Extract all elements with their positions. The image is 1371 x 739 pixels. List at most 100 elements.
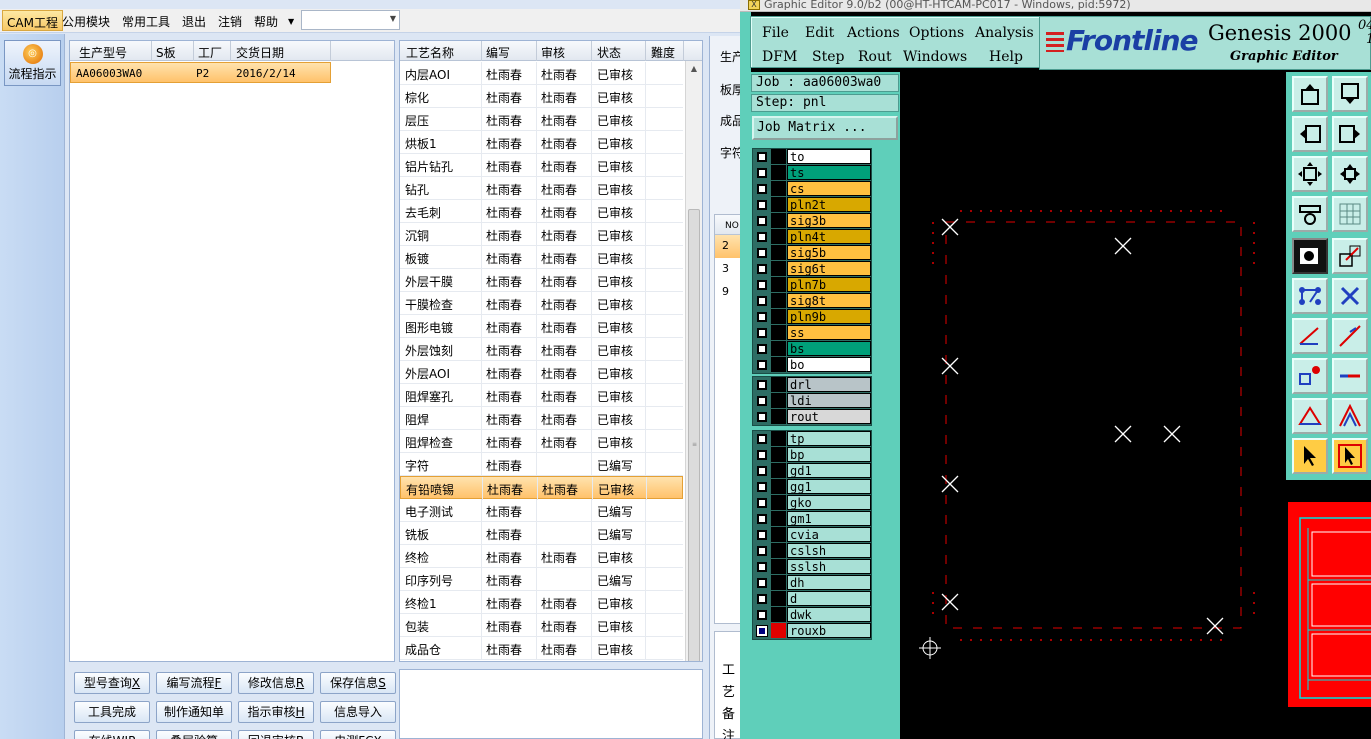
table-row[interactable]: 棕化 杜雨春 杜雨春 已审核: [400, 85, 683, 108]
chevron-down-icon[interactable]: ▼: [390, 14, 396, 23]
layer-row[interactable]: dh: [753, 575, 871, 591]
layer-checkbox[interactable]: [757, 184, 767, 194]
tool-polygon-button[interactable]: [1332, 398, 1368, 434]
col-process-name[interactable]: 工艺名称: [406, 44, 454, 61]
table-row[interactable]: 电子测试 杜雨春 已编写: [400, 499, 683, 522]
table-row[interactable]: 内层AOI 杜雨春 杜雨春 已审核: [400, 62, 683, 85]
layer-checkbox[interactable]: [757, 152, 767, 162]
layer-row[interactable]: drl: [753, 377, 871, 393]
layer-row[interactable]: dwk: [753, 607, 871, 623]
layer-name[interactable]: tp: [787, 431, 871, 446]
table-row[interactable]: 层压 杜雨春 杜雨春 已审核: [400, 108, 683, 131]
table-row[interactable]: 板镀 杜雨春 杜雨春 已审核: [400, 246, 683, 269]
layer-checkbox[interactable]: [757, 546, 767, 556]
layer-name[interactable]: rout: [787, 409, 871, 424]
tool-zoom-home-button[interactable]: [1332, 156, 1368, 192]
layer-checkbox[interactable]: [757, 466, 767, 476]
menu-options[interactable]: Options: [909, 25, 964, 41]
layer-row[interactable]: pln7b: [753, 277, 871, 293]
layer-row[interactable]: rouxb: [753, 623, 871, 639]
tool-outline-button[interactable]: [1332, 238, 1368, 274]
tool-arc-button[interactable]: [1292, 398, 1328, 434]
scroll-thumb[interactable]: ≡: [688, 209, 700, 661]
table-row[interactable]: 外层蚀刻 杜雨春 杜雨春 已审核: [400, 338, 683, 361]
menu-rout[interactable]: Rout: [858, 49, 892, 65]
layer-row[interactable]: pln9b: [753, 309, 871, 325]
layer-name[interactable]: cvia: [787, 527, 871, 542]
help-dropdown-arrow-icon[interactable]: ▼: [288, 17, 294, 26]
menu-cam-project[interactable]: CAM工程: [2, 10, 63, 31]
table-row[interactable]: 印序列号 杜雨春 已编写: [400, 568, 683, 591]
action-button[interactable]: 电测FCX: [320, 730, 396, 739]
process-notes-box[interactable]: [399, 669, 703, 739]
layer-checkbox[interactable]: [757, 216, 767, 226]
layer-name[interactable]: sig8t: [787, 293, 871, 308]
table-row[interactable]: 包装 杜雨春 杜雨春 已审核: [400, 614, 683, 637]
tool-snap-button[interactable]: [1292, 278, 1328, 314]
tool-pan-down-button[interactable]: [1332, 76, 1368, 112]
table-row[interactable]: 成品仓 杜雨春 杜雨春 已审核: [400, 637, 683, 660]
mini-row[interactable]: 3: [715, 258, 740, 281]
layer-row[interactable]: sig6t: [753, 261, 871, 277]
layer-checkbox[interactable]: [757, 232, 767, 242]
menu-windows[interactable]: Windows: [903, 49, 967, 65]
layer-row[interactable]: cs: [753, 181, 871, 197]
layer-name[interactable]: ts: [787, 165, 871, 180]
layer-row[interactable]: d: [753, 591, 871, 607]
layer-name[interactable]: gd1: [787, 463, 871, 478]
table-row[interactable]: 烘板1 杜雨春 杜雨春 已审核: [400, 131, 683, 154]
layer-checkbox[interactable]: [757, 344, 767, 354]
table-row[interactable]: 阻焊检查 杜雨春 杜雨春 已审核: [400, 430, 683, 453]
layer-checkbox[interactable]: [757, 264, 767, 274]
table-row[interactable]: 阻焊塞孔 杜雨春 杜雨春 已审核: [400, 384, 683, 407]
tool-grid-button[interactable]: [1332, 196, 1368, 232]
layer-row[interactable]: bo: [753, 357, 871, 373]
layer-checkbox[interactable]: [757, 610, 767, 620]
table-row[interactable]: 终检 杜雨春 杜雨春 已审核: [400, 545, 683, 568]
layer-checkbox[interactable]: [757, 312, 767, 322]
table-row[interactable]: 铣板 杜雨春 已编写: [400, 522, 683, 545]
col-reviewer[interactable]: 审核: [541, 44, 565, 61]
overview-map[interactable]: [1286, 480, 1371, 739]
layer-name[interactable]: bo: [787, 357, 871, 372]
layer-checkbox[interactable]: [757, 168, 767, 178]
layer-name[interactable]: sslsh: [787, 559, 871, 574]
layer-checkbox[interactable]: [757, 594, 767, 604]
action-button[interactable]: 编写流程F: [156, 672, 232, 694]
action-button[interactable]: 回退审核B: [238, 730, 314, 739]
layer-name[interactable]: d: [787, 591, 871, 606]
layer-name[interactable]: sig3b: [787, 213, 871, 228]
layer-row[interactable]: ldi: [753, 393, 871, 409]
table-row[interactable]: 有铅喷锡 杜雨春 杜雨春 已审核: [400, 476, 683, 500]
col-delivery-date[interactable]: 交货日期: [236, 44, 284, 61]
layer-row[interactable]: bp: [753, 447, 871, 463]
job-matrix-button[interactable]: Job Matrix ...: [752, 116, 898, 140]
table-row[interactable]: 终检1 杜雨春 杜雨春 已审核: [400, 591, 683, 614]
layer-row[interactable]: gg1: [753, 479, 871, 495]
layer-checkbox[interactable]: [757, 328, 767, 338]
layer-row[interactable]: to: [753, 149, 871, 165]
layer-name[interactable]: sig5b: [787, 245, 871, 260]
layer-name[interactable]: rouxb: [787, 623, 871, 638]
table-row[interactable]: 铝片钻孔 杜雨春 杜雨春 已审核: [400, 154, 683, 177]
layer-row[interactable]: sig3b: [753, 213, 871, 229]
layer-name[interactable]: gg1: [787, 479, 871, 494]
layer-checkbox[interactable]: [757, 450, 767, 460]
layer-checkbox[interactable]: [757, 514, 767, 524]
col-author[interactable]: 编写: [486, 44, 510, 61]
mini-row[interactable]: 9: [715, 281, 740, 304]
action-button[interactable]: 叠层验算: [156, 730, 232, 739]
graphic-canvas[interactable]: [900, 72, 1286, 739]
tool-pan-right-button[interactable]: [1332, 116, 1368, 152]
tool-pan-up-button[interactable]: [1292, 76, 1328, 112]
col-s-board[interactable]: S板: [156, 44, 176, 61]
layer-row[interactable]: gm1: [753, 511, 871, 527]
layer-name[interactable]: drl: [787, 377, 871, 392]
menu-help[interactable]: 帮助: [254, 13, 278, 30]
layer-checkbox[interactable]: [757, 360, 767, 370]
tool-zoom-fit-button[interactable]: [1292, 156, 1328, 192]
layer-row[interactable]: ss: [753, 325, 871, 341]
menu-analysis[interactable]: Analysis: [975, 25, 1034, 41]
layer-checkbox[interactable]: [757, 530, 767, 540]
layer-row[interactable]: tp: [753, 431, 871, 447]
